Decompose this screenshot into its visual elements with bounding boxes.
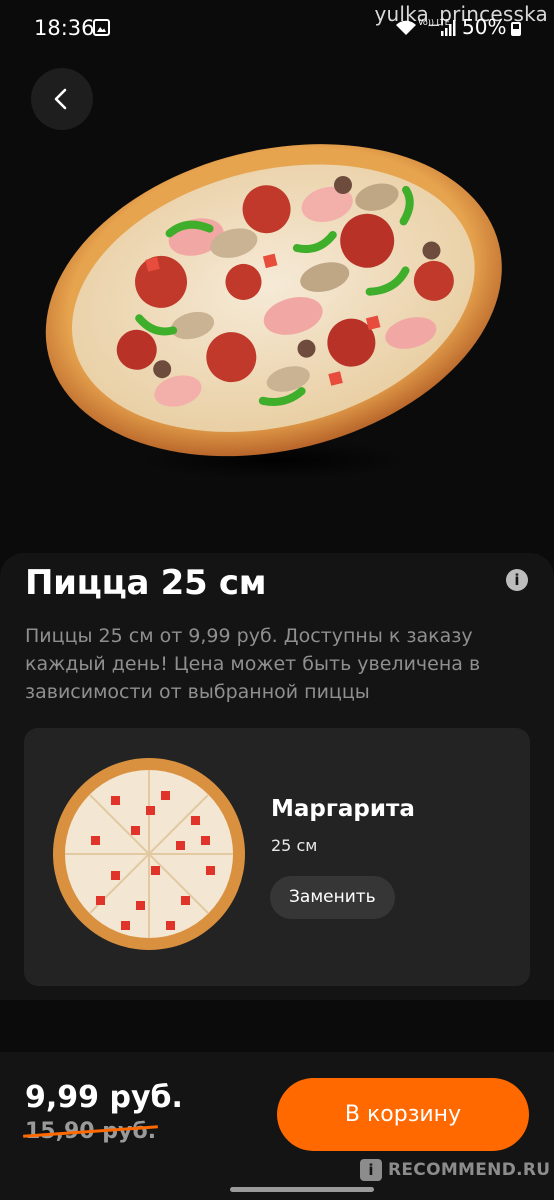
signal-icon [441,20,456,36]
recommend-watermark: RECOMMEND.RU [388,1160,551,1180]
chevron-left-icon [54,88,67,110]
info-icon[interactable]: i [506,569,528,591]
replace-button[interactable]: Заменить [270,876,395,919]
pizza-name: Маргарита [271,796,415,822]
margherita-pizza-image [53,758,245,950]
status-time: 18:36 [34,16,95,40]
home-indicator[interactable] [230,1187,374,1192]
product-description: Пиццы 25 см от 9,99 руб. Доступны к зака… [25,625,481,703]
status-bar: 18:36 yulka_princesska Vo)) LTE 50% [0,0,554,56]
add-to-cart-button[interactable]: В корзину [277,1078,529,1151]
pizza-size: 25 см [271,836,318,855]
battery-icon [511,22,521,36]
recommend-logo-icon: i [360,1159,382,1181]
selected-pizza-card: Маргарита 25 см Заменить [24,728,530,986]
old-price: 15,90 руб. [25,1119,157,1144]
product-title: Пицца 25 см [25,563,267,603]
gallery-notification-icon [93,19,110,36]
current-price: 9,99 руб. [25,1080,183,1115]
wifi-icon [396,20,416,35]
pizza-hero-image [45,144,502,457]
battery-percent: 50% [462,15,507,39]
